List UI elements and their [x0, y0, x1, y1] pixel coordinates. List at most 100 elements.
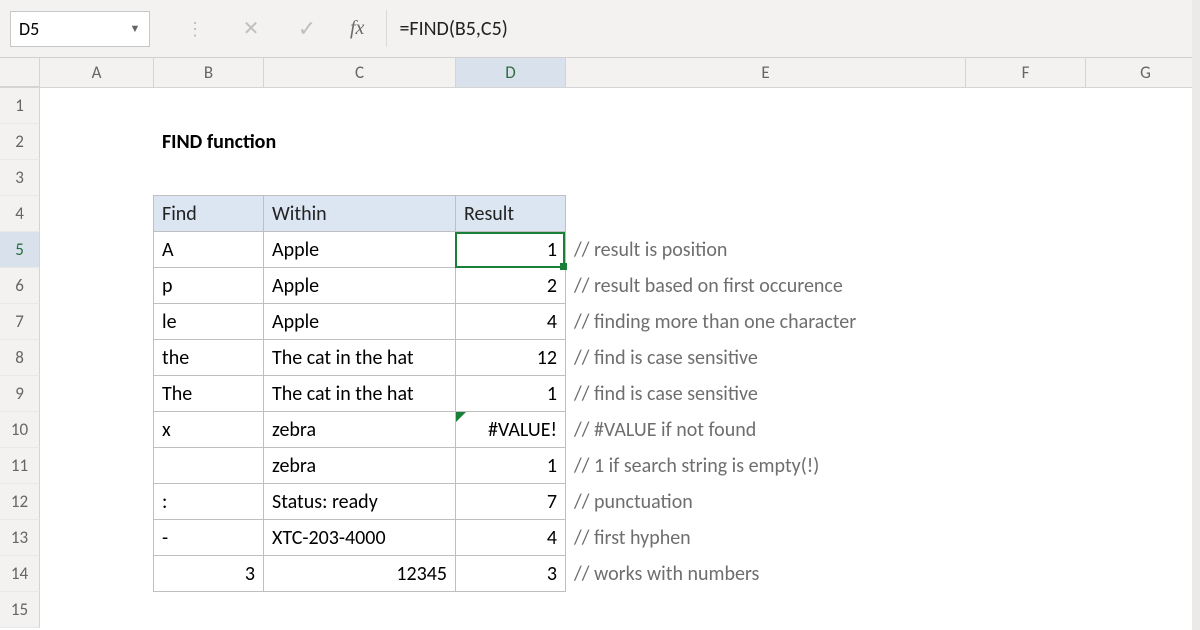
cell-G15[interactable]: [1086, 592, 1200, 628]
cell-F13[interactable]: [966, 520, 1086, 556]
cell-A9[interactable]: [40, 376, 154, 412]
cell-E11[interactable]: // 1 if search string is empty(!): [566, 448, 966, 484]
cell-D8[interactable]: 12: [455, 339, 566, 376]
cell-E14[interactable]: // works with numbers: [566, 556, 966, 592]
cell-F15[interactable]: [966, 592, 1086, 628]
cell-A12[interactable]: [40, 484, 154, 520]
cell-C6[interactable]: Apple: [263, 267, 456, 304]
cell-F12[interactable]: [966, 484, 1086, 520]
cell-B2[interactable]: FIND function: [154, 124, 264, 160]
cancel-icon[interactable]: ✕: [238, 16, 264, 42]
cell-B8[interactable]: the: [153, 339, 264, 376]
cell-A14[interactable]: [40, 556, 154, 592]
row-header-14[interactable]: 14: [0, 556, 40, 592]
row-header-3[interactable]: 3: [0, 160, 40, 196]
cell-D13[interactable]: 4: [455, 519, 566, 556]
cell-F1[interactable]: [966, 88, 1086, 124]
cell-D2[interactable]: [456, 124, 566, 160]
cell-E1[interactable]: [566, 88, 966, 124]
cell-A6[interactable]: [40, 268, 154, 304]
cell-D9[interactable]: 1: [455, 375, 566, 412]
cell-G10[interactable]: [1086, 412, 1200, 448]
cell-C2[interactable]: [264, 124, 456, 160]
cell-B7[interactable]: le: [153, 303, 264, 340]
cell-E12[interactable]: // punctuation: [566, 484, 966, 520]
cell-F14[interactable]: [966, 556, 1086, 592]
cell-F4[interactable]: [966, 196, 1086, 232]
row-header-6[interactable]: 6: [0, 268, 40, 304]
cell-F11[interactable]: [966, 448, 1086, 484]
row-header-7[interactable]: 7: [0, 304, 40, 340]
cell-B15[interactable]: [154, 592, 264, 628]
cell-G7[interactable]: [1086, 304, 1200, 340]
row-header-15[interactable]: 15: [0, 592, 40, 628]
cell-A4[interactable]: [40, 196, 154, 232]
cell-D4[interactable]: Result: [455, 195, 566, 232]
cell-G9[interactable]: [1086, 376, 1200, 412]
cell-E8[interactable]: // find is case sensitive: [566, 340, 966, 376]
cell-G1[interactable]: [1086, 88, 1200, 124]
cell-D6[interactable]: 2: [455, 267, 566, 304]
cell-C3[interactable]: [264, 160, 456, 196]
spreadsheet-grid[interactable]: A B C D E F G 1 2 FIND function 3: [0, 58, 1200, 628]
cell-A5[interactable]: [40, 232, 154, 268]
name-box[interactable]: D5 ▼: [10, 11, 150, 47]
col-header-A[interactable]: A: [40, 58, 154, 87]
cell-G2[interactable]: [1086, 124, 1200, 160]
cell-A11[interactable]: [40, 448, 154, 484]
cell-C14[interactable]: 12345: [263, 555, 456, 592]
row-header-1[interactable]: 1: [0, 88, 40, 124]
cell-D1[interactable]: [456, 88, 566, 124]
cell-C11[interactable]: zebra: [263, 447, 456, 484]
cell-A1[interactable]: [40, 88, 154, 124]
row-header-13[interactable]: 13: [0, 520, 40, 556]
cell-B9[interactable]: The: [153, 375, 264, 412]
enter-icon[interactable]: ✓: [294, 16, 320, 42]
cell-G14[interactable]: [1086, 556, 1200, 592]
cell-D5[interactable]: 1: [455, 231, 566, 268]
cell-A15[interactable]: [40, 592, 154, 628]
cell-E2[interactable]: [566, 124, 966, 160]
cell-G12[interactable]: [1086, 484, 1200, 520]
cell-D14[interactable]: 3: [455, 555, 566, 592]
cell-C9[interactable]: The cat in the hat: [263, 375, 456, 412]
cell-D7[interactable]: 4: [455, 303, 566, 340]
cell-D15[interactable]: [456, 592, 566, 628]
row-header-5[interactable]: 5: [0, 232, 40, 268]
cell-D10[interactable]: #VALUE!: [455, 411, 566, 448]
cell-G6[interactable]: [1086, 268, 1200, 304]
col-header-F[interactable]: F: [966, 58, 1086, 87]
col-header-G[interactable]: G: [1086, 58, 1200, 87]
col-header-E[interactable]: E: [566, 58, 966, 87]
cell-C8[interactable]: The cat in the hat: [263, 339, 456, 376]
cell-B1[interactable]: [154, 88, 264, 124]
cell-C4[interactable]: Within: [263, 195, 456, 232]
select-all-corner[interactable]: [0, 58, 40, 87]
cell-F3[interactable]: [966, 160, 1086, 196]
cell-B12[interactable]: :: [153, 483, 264, 520]
fx-label[interactable]: fx: [350, 17, 372, 40]
cell-A10[interactable]: [40, 412, 154, 448]
cell-G13[interactable]: [1086, 520, 1200, 556]
cell-A13[interactable]: [40, 520, 154, 556]
cell-B11[interactable]: [153, 447, 264, 484]
cell-A8[interactable]: [40, 340, 154, 376]
row-header-11[interactable]: 11: [0, 448, 40, 484]
cell-A2[interactable]: [40, 124, 154, 160]
col-header-C[interactable]: C: [264, 58, 456, 87]
row-header-4[interactable]: 4: [0, 196, 40, 232]
cell-C7[interactable]: Apple: [263, 303, 456, 340]
cell-C12[interactable]: Status: ready: [263, 483, 456, 520]
cell-C15[interactable]: [264, 592, 456, 628]
cell-B4[interactable]: Find: [153, 195, 264, 232]
cell-E15[interactable]: [566, 592, 966, 628]
cell-F9[interactable]: [966, 376, 1086, 412]
cell-E4[interactable]: [566, 196, 966, 232]
col-header-D[interactable]: D: [456, 58, 566, 87]
vertical-scrollbar[interactable]: [1192, 0, 1200, 630]
cell-B3[interactable]: [154, 160, 264, 196]
cells-area[interactable]: 1 2 FIND function 3 4 Find Within Result: [0, 88, 1200, 628]
cell-F6[interactable]: [966, 268, 1086, 304]
cell-G3[interactable]: [1086, 160, 1200, 196]
cell-D11[interactable]: 1: [455, 447, 566, 484]
